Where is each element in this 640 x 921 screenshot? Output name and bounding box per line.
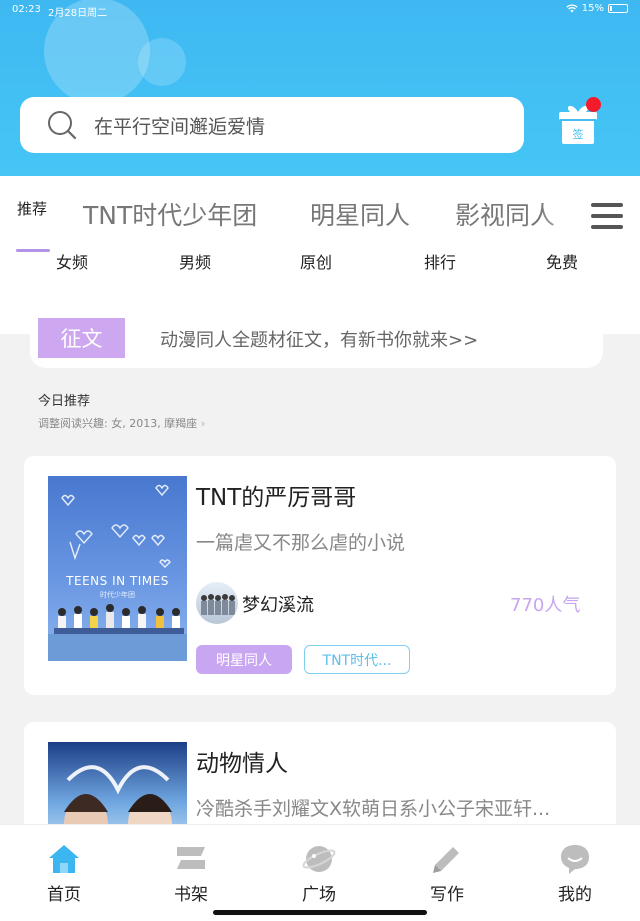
home-indicator xyxy=(213,910,427,915)
tab-fade xyxy=(540,190,585,240)
contest-text[interactable]: 动漫同人全题材征文，有新书你就来>> xyxy=(160,326,478,352)
cover-title: TEENS IN TIMES xyxy=(66,574,169,588)
nav-label: 我的 xyxy=(558,885,592,905)
book-description: 冷酷杀手刘耀文X软萌日系小公子宋亚轩... xyxy=(196,798,551,820)
search-icon xyxy=(48,111,77,140)
nav-mine[interactable]: 我的 xyxy=(535,825,615,915)
planet-icon xyxy=(302,846,336,872)
nav-label: 书架 xyxy=(174,885,208,905)
status-bar: 02:23 2月28日周二 15% xyxy=(0,0,640,20)
tag-tnt[interactable]: TNT时代... xyxy=(304,645,410,674)
author-avatar[interactable] xyxy=(196,582,238,624)
battery-percent: 15% xyxy=(581,3,604,14)
nav-label: 首页 xyxy=(47,885,81,905)
nav-label: 广场 xyxy=(302,885,336,905)
search-placeholder: 在平行空间邂逅爱情 xyxy=(94,115,266,138)
chat-bubble-icon xyxy=(561,845,589,874)
tab-recommend[interactable]: 推荐 xyxy=(17,198,47,219)
home-icon xyxy=(49,845,79,873)
book-title[interactable]: TNT的严厉哥哥 xyxy=(196,478,356,512)
cover-art xyxy=(48,484,187,661)
bookshelf-icon xyxy=(177,847,205,869)
author-name[interactable]: 梦幻溪流 xyxy=(242,591,314,617)
chevron-right-icon: › xyxy=(200,417,206,430)
subtab-original[interactable]: 原创 xyxy=(300,249,332,273)
cover-subtitle: 时代少年团 xyxy=(100,591,135,599)
nav-square[interactable]: 广场 xyxy=(279,825,359,915)
nav-label: 写作 xyxy=(430,885,464,905)
subtab-ranking[interactable]: 排行 xyxy=(424,249,456,273)
contest-badge: 征文 xyxy=(38,318,125,358)
pen-icon xyxy=(433,847,459,873)
avatar-art xyxy=(201,594,235,615)
nav-home[interactable]: 首页 xyxy=(24,825,104,915)
tab-indicator xyxy=(16,249,50,252)
notification-dot xyxy=(586,97,601,112)
book-title[interactable]: 动物情人 xyxy=(196,744,288,778)
subtab-female[interactable]: 女频 xyxy=(56,249,88,273)
search-input[interactable]: 在平行空间邂逅爱情 xyxy=(20,97,524,153)
nav-write[interactable]: 写作 xyxy=(407,825,487,915)
menu-icon[interactable] xyxy=(589,201,625,231)
section-title: 今日推荐 xyxy=(38,394,91,409)
bottom-nav: 首页 书架 广场 写作 我的 xyxy=(0,824,640,921)
nav-bookshelf[interactable]: 书架 xyxy=(151,825,231,915)
status-time: 02:23 xyxy=(12,4,41,15)
interest-link[interactable]: 调整阅读兴趣: 女, 2013, 摩羯座 › xyxy=(38,415,205,431)
book-description: 一篇虐又不那么虐的小说 xyxy=(196,532,406,554)
tab-tnt[interactable]: TNT时代少年团 xyxy=(83,196,257,232)
subtab-free[interactable]: 免费 xyxy=(546,249,578,273)
battery-level xyxy=(610,6,613,11)
decorative-bubble xyxy=(138,38,186,86)
tab-celebrity-fanfic[interactable]: 明星同人 xyxy=(310,196,410,232)
status-right: 15% xyxy=(566,3,628,14)
interest-text: 调整阅读兴趣: 女, 2013, 摩羯座 xyxy=(38,417,198,430)
book-cover[interactable]: TEENS IN TIMES 时代少年团 xyxy=(48,476,187,661)
sign-in-label: 签 xyxy=(573,127,584,141)
battery-icon xyxy=(608,4,628,13)
popularity-count: 770人气 xyxy=(510,595,581,616)
subtab-male[interactable]: 男频 xyxy=(179,249,211,273)
tag-celebrity-fanfic[interactable]: 明星同人 xyxy=(196,645,292,674)
status-date: 2月28日周二 xyxy=(48,8,108,19)
wifi-icon xyxy=(566,4,578,13)
